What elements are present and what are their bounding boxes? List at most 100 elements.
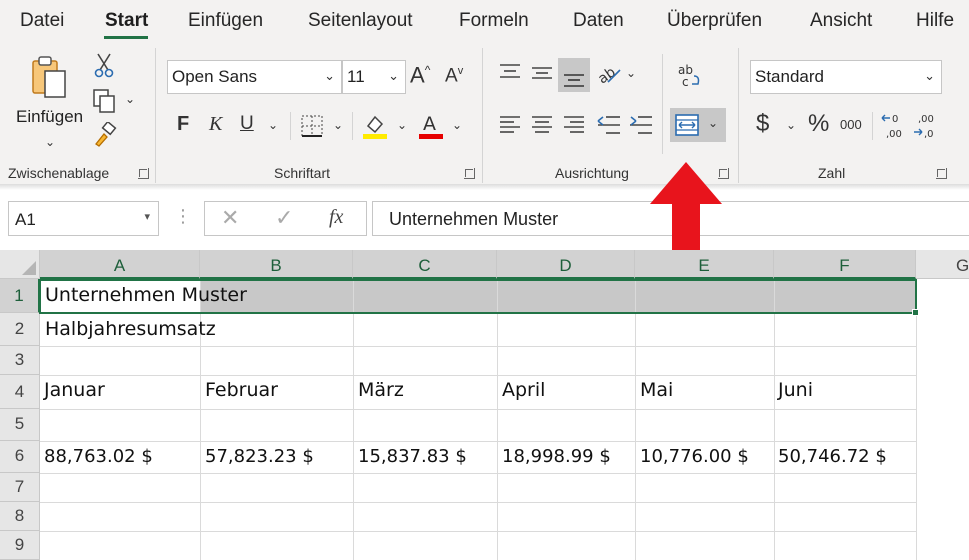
column-header-d[interactable]: D (497, 250, 635, 279)
red-arrow-annotation (650, 162, 722, 258)
tab-daten[interactable]: Daten (573, 10, 624, 32)
row-header-6[interactable]: 6 (0, 441, 40, 473)
decrease-decimal-icon[interactable]: ,00 ,0 (912, 110, 940, 142)
tab-formeln[interactable]: Formeln (459, 10, 529, 32)
column-header-g[interactable]: G (916, 250, 969, 279)
underline-button[interactable]: U (240, 114, 254, 133)
name-box[interactable]: A1 ▾ (8, 201, 159, 236)
italic-button[interactable]: K (209, 114, 222, 134)
align-bottom-button[interactable] (558, 58, 590, 92)
cell-a1[interactable]: Unternehmen Muster (45, 284, 247, 306)
merge-center-icon (675, 114, 699, 136)
font-color-icon[interactable]: A (418, 112, 444, 140)
borders-icon[interactable] (300, 114, 324, 138)
thousands-separator-button[interactable]: 000 (840, 118, 862, 131)
align-bottom-icon (564, 74, 584, 87)
currency-button[interactable]: $ (756, 112, 769, 136)
cell-a6[interactable]: 88,763.02 $ (44, 446, 153, 467)
copy-chevron-down-icon[interactable]: ⌄ (125, 92, 135, 106)
row-header-8[interactable]: 8 (0, 502, 40, 531)
fill-handle[interactable] (912, 309, 919, 316)
ribbon-separator (738, 48, 739, 183)
svg-text:A: A (423, 113, 436, 135)
orientation-chevron-down-icon[interactable]: ⌄ (626, 66, 636, 80)
paste-chevron-down-icon[interactable]: ⌄ (45, 135, 55, 149)
name-box-value: A1 (15, 210, 36, 229)
number-format-select[interactable]: Standard ⌄ (750, 60, 942, 94)
cut-icon[interactable] (94, 52, 114, 78)
cell-d4[interactable]: April (502, 379, 545, 401)
tab-seitenlayout[interactable]: Seitenlayout (308, 10, 413, 32)
wrap-text-icon[interactable]: ab c (676, 62, 702, 90)
cell-f6[interactable]: 50,746.72 $ (778, 446, 887, 467)
row-header-4[interactable]: 4 (0, 375, 40, 409)
column-header-c[interactable]: C (353, 250, 497, 279)
underline-chevron-down-icon[interactable]: ⌄ (268, 118, 278, 132)
bold-button[interactable]: F (177, 114, 189, 134)
cancel-icon[interactable]: ✕ (221, 205, 239, 231)
tab-ansicht[interactable]: Ansicht (810, 10, 872, 32)
font-color-chevron-down-icon[interactable]: ⌄ (452, 118, 462, 132)
column-header-e[interactable]: E (635, 250, 774, 279)
increase-indent-icon[interactable] (628, 114, 654, 136)
tab-hilfe[interactable]: Hilfe (916, 10, 954, 32)
name-box-chevron-down-icon[interactable]: ▾ (144, 210, 150, 223)
row-header-1[interactable]: 1 (0, 279, 40, 313)
column-header-f[interactable]: F (774, 250, 916, 279)
decrease-font-size-icon[interactable]: Av (445, 66, 463, 86)
align-top-icon[interactable] (498, 62, 522, 84)
merge-center-button[interactable]: ⌄ (670, 108, 726, 142)
gridline (774, 279, 775, 560)
merge-chevron-down-icon[interactable]: ⌄ (708, 116, 718, 130)
cell-e4[interactable]: Mai (640, 379, 673, 401)
chevron-down-icon: ⌄ (924, 68, 935, 83)
column-header-b[interactable]: B (200, 250, 353, 279)
font-family-select[interactable]: Open Sans ⌄ (167, 60, 342, 94)
fill-color-chevron-down-icon[interactable]: ⌄ (397, 118, 407, 132)
cell-f4[interactable]: Juni (778, 379, 813, 401)
enter-icon[interactable]: ✓ (275, 205, 293, 231)
row-header-5[interactable]: 5 (0, 409, 40, 441)
clipboard-launcher-icon[interactable] (138, 168, 149, 179)
row-header-9[interactable]: 9 (0, 531, 40, 560)
font-size-select[interactable]: 11 ⌄ (342, 60, 406, 94)
tab-ueberpruefen[interactable]: Überprüfen (667, 10, 762, 32)
cell-c4[interactable]: März (358, 379, 404, 401)
cell-a2[interactable]: Halbjahresumsatz (45, 318, 216, 340)
align-center-icon[interactable] (530, 114, 554, 136)
tab-start[interactable]: Start (105, 10, 148, 32)
number-launcher-icon[interactable] (936, 168, 947, 179)
cell-a4[interactable]: Januar (44, 379, 105, 401)
gridline (40, 502, 916, 503)
row-header-7[interactable]: 7 (0, 473, 40, 502)
percent-button[interactable]: % (808, 112, 829, 136)
formula-bar-grip-icon[interactable]: ⋮ (174, 206, 192, 227)
decrease-indent-icon[interactable] (596, 114, 622, 136)
orientation-icon[interactable]: ab (596, 60, 622, 86)
insert-function-icon[interactable]: fx (329, 206, 343, 229)
copy-icon[interactable] (92, 88, 118, 114)
increase-font-size-icon[interactable]: A^ (410, 64, 430, 86)
column-header-a[interactable]: A (40, 250, 200, 279)
align-left-icon[interactable] (498, 114, 522, 136)
cell-e6[interactable]: 10,776.00 $ (640, 446, 749, 467)
increase-decimal-icon[interactable]: 0 ,00 (880, 110, 908, 142)
cell-d6[interactable]: 18,998.99 $ (502, 446, 611, 467)
align-middle-icon[interactable] (530, 62, 554, 84)
row-header-3[interactable]: 3 (0, 346, 40, 375)
align-right-icon[interactable] (562, 114, 586, 136)
tab-einfuegen[interactable]: Einfügen (188, 10, 263, 32)
currency-chevron-down-icon[interactable]: ⌄ (786, 118, 796, 132)
cell-b6[interactable]: 57,823.23 $ (205, 446, 314, 467)
cell-c6[interactable]: 15,837.83 $ (358, 446, 467, 467)
svg-text:,00: ,00 (918, 114, 934, 125)
paste-button[interactable]: Einfügen ⌄ (8, 50, 86, 154)
tab-datei[interactable]: Datei (20, 10, 64, 32)
format-painter-icon[interactable] (92, 122, 118, 148)
font-launcher-icon[interactable] (464, 168, 475, 179)
select-all-button[interactable] (0, 250, 40, 279)
cell-b4[interactable]: Februar (205, 379, 278, 401)
fill-color-icon[interactable] (362, 112, 388, 140)
row-header-2[interactable]: 2 (0, 313, 40, 346)
borders-chevron-down-icon[interactable]: ⌄ (333, 118, 343, 132)
